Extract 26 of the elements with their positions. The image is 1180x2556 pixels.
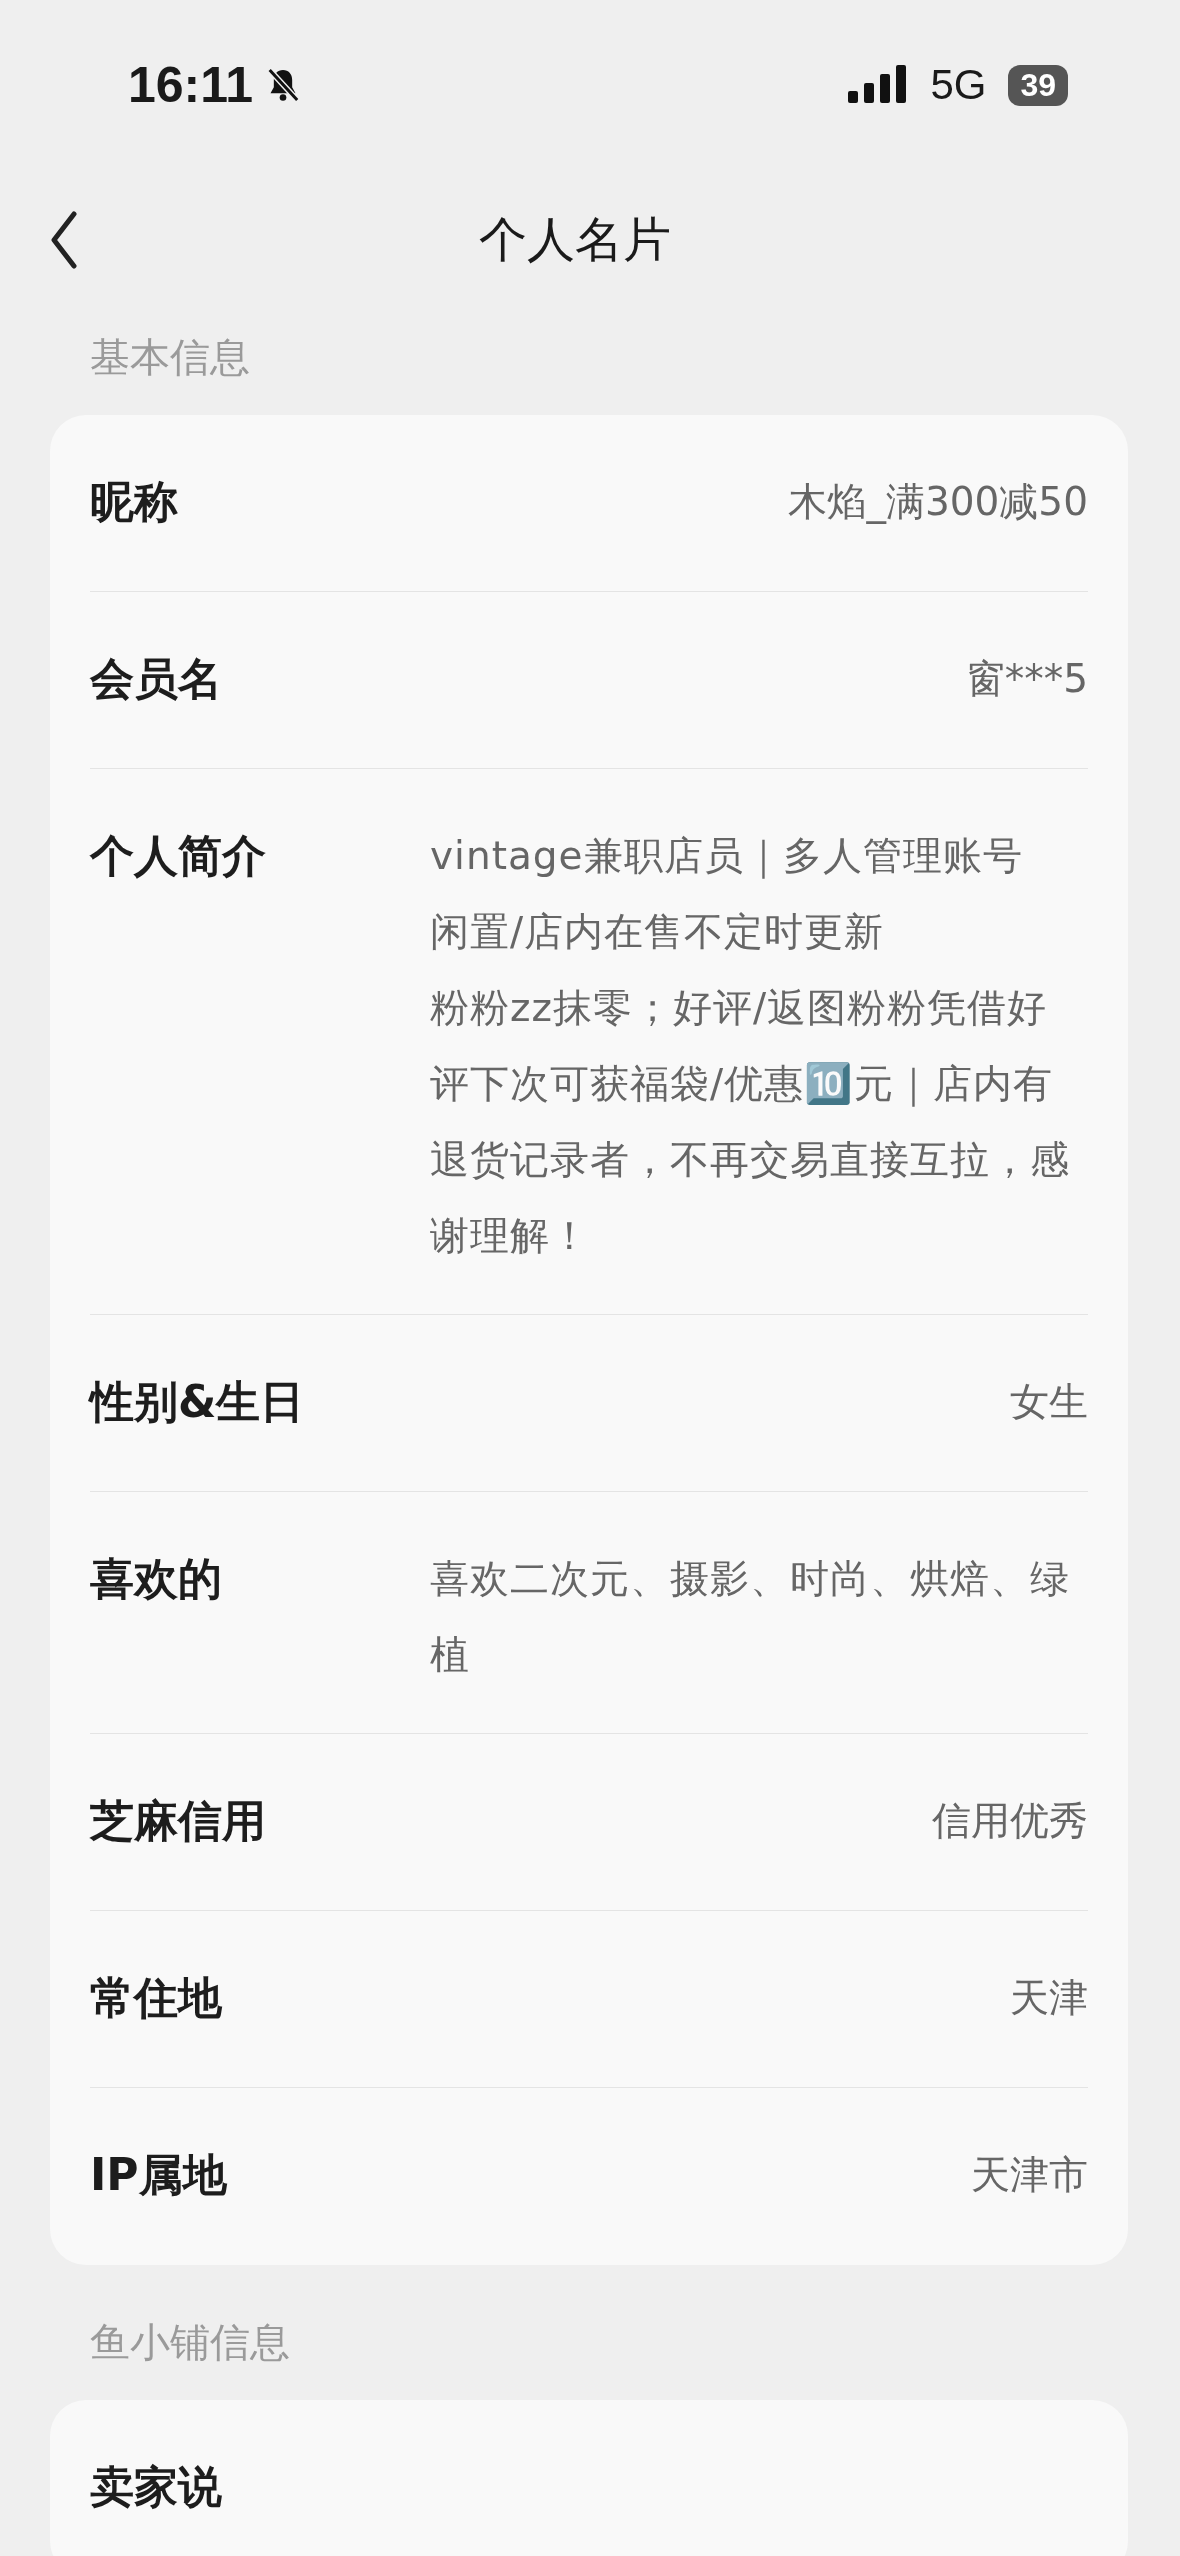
field-label: 会员名 bbox=[90, 652, 223, 706]
field-value: 天津市 bbox=[970, 2151, 1088, 2199]
status-time: 16:11 bbox=[128, 56, 254, 114]
field-label: 芝麻信用 bbox=[90, 1794, 267, 1848]
field-value: 信用优秀 bbox=[931, 1797, 1088, 1845]
field-label: 昵称 bbox=[90, 475, 179, 529]
field-label: 常住地 bbox=[90, 1971, 223, 2025]
page-title: 个人名片 bbox=[478, 210, 672, 269]
field-label: 个人简介 bbox=[90, 829, 267, 883]
battery-indicator: 39 bbox=[1008, 64, 1068, 106]
network-label: 5G bbox=[930, 61, 987, 109]
field-label: IP属地 bbox=[90, 2148, 228, 2202]
field-value: 木焰_满300减50 bbox=[787, 478, 1088, 526]
field-value: 窗***5 bbox=[964, 655, 1088, 703]
field-value: 喜欢二次元、摄影、时尚、烘焙、绿植 bbox=[430, 1555, 1071, 1679]
bio-paragraph: 粉粉zz抹零；好评/返图粉粉凭借好评下次可获福袋/优惠🔟元｜店内有退货记录者，不再交易直接互拉，感谢理解！ bbox=[430, 984, 1071, 1260]
section-title: 鱼小铺信息 bbox=[89, 2318, 291, 2367]
field-label: 卖家说 bbox=[90, 2460, 223, 2514]
signal-icon bbox=[848, 65, 909, 105]
bio-paragraph: vintage兼职店员｜多人管理账号 bbox=[430, 832, 1024, 881]
bio-paragraph: 闲置/店内在售不定时更新 bbox=[430, 908, 886, 956]
field-value: 天津 bbox=[1009, 1974, 1088, 2022]
section-title: 基本信息 bbox=[89, 333, 251, 382]
field-label: 喜欢的 bbox=[90, 1552, 223, 1606]
field-label: 性别&生日 bbox=[90, 1375, 306, 1429]
field-value: 女生 bbox=[1009, 1378, 1088, 1426]
